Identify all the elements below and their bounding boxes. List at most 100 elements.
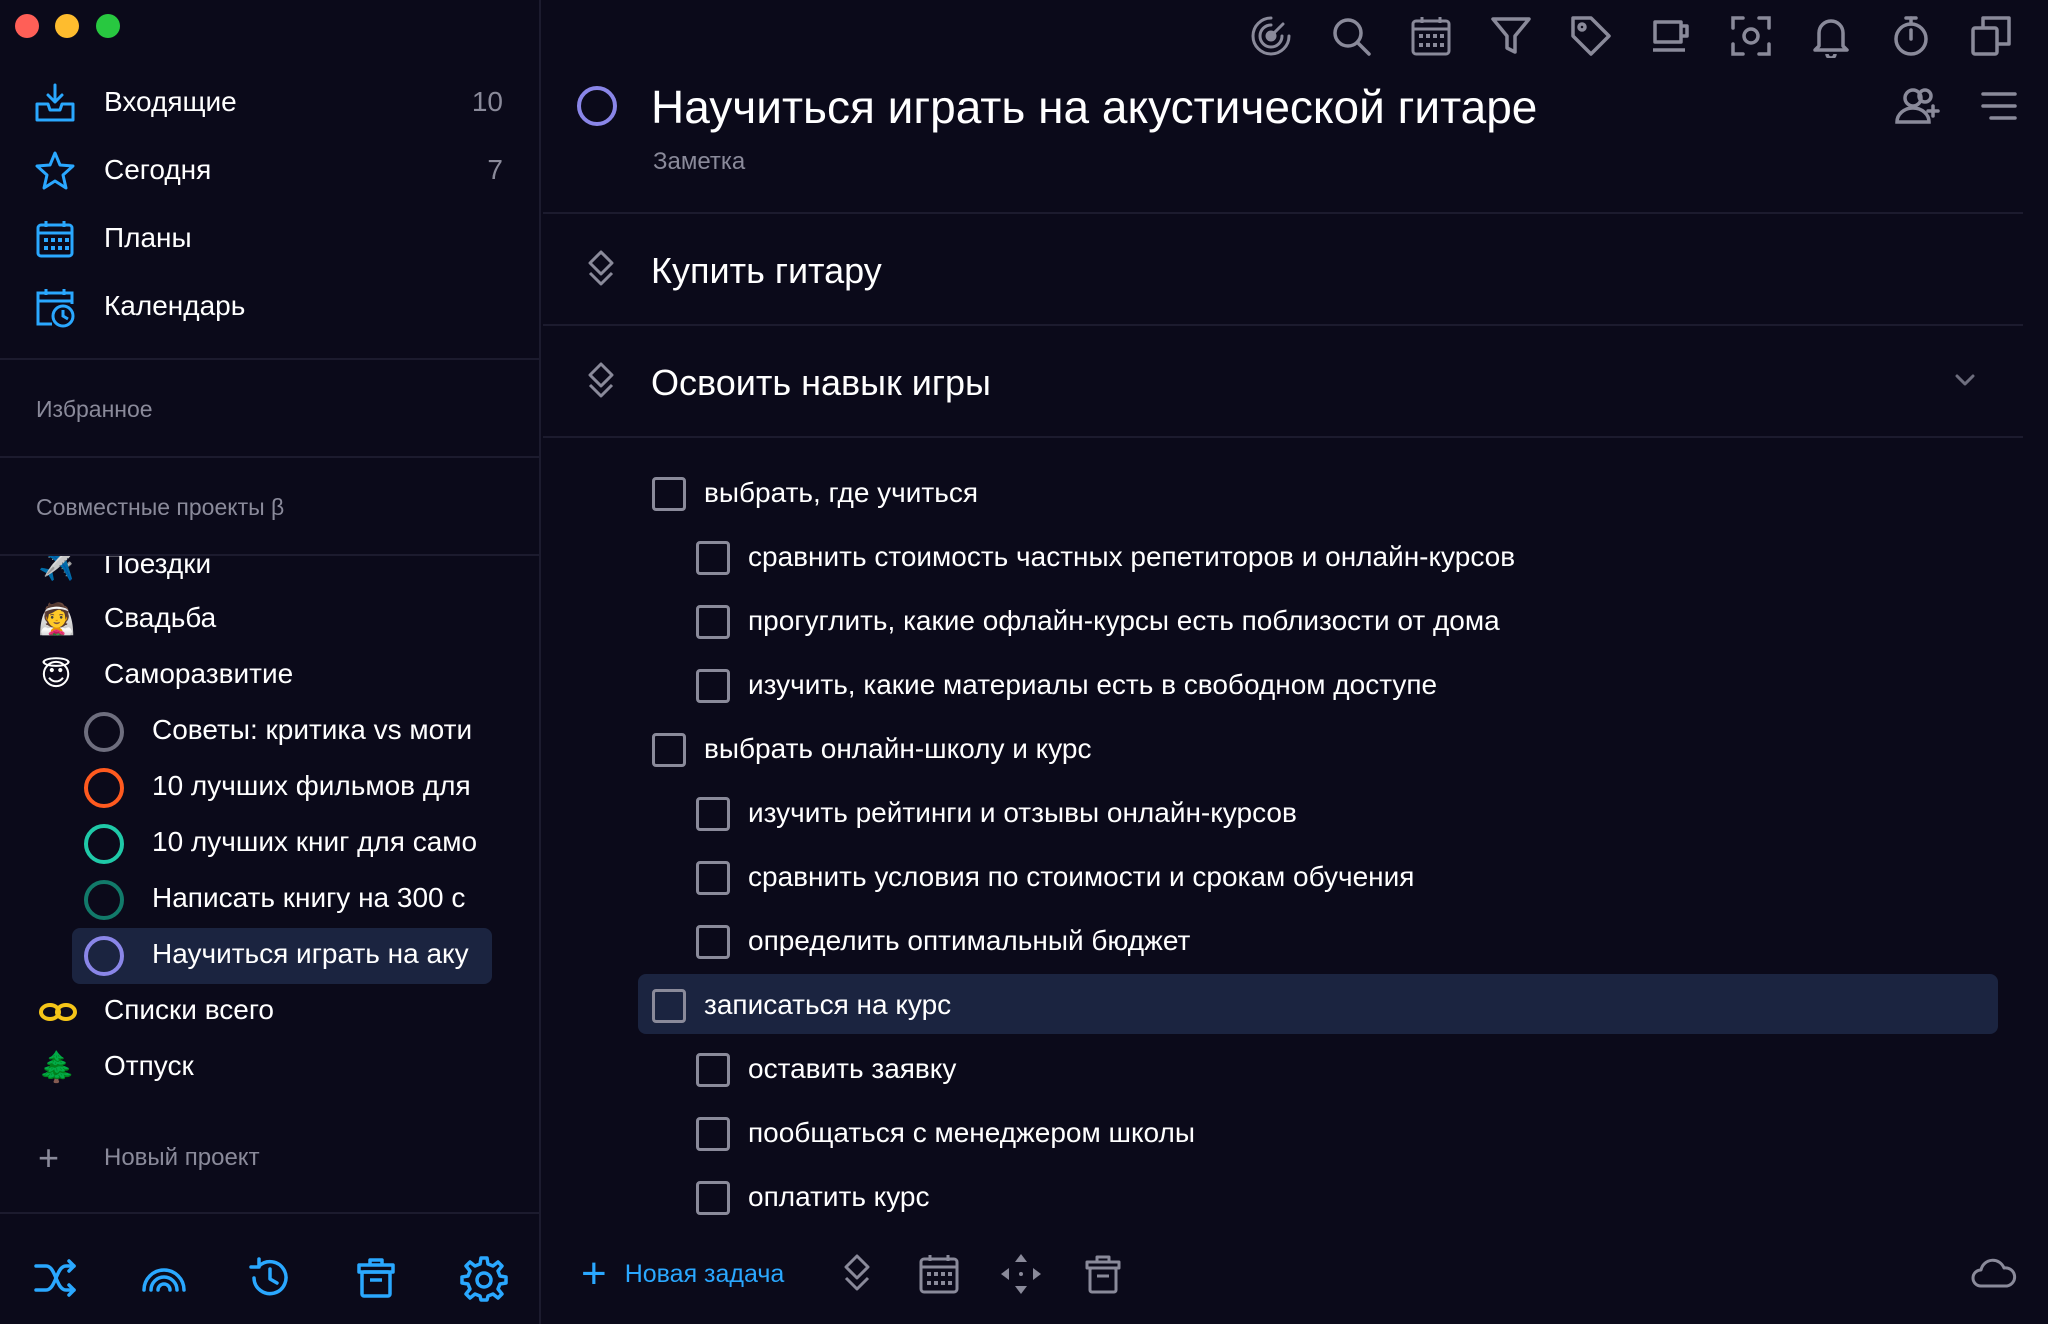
window-minimize-button[interactable] <box>55 14 79 38</box>
shuffle-icon[interactable] <box>32 1254 80 1302</box>
checklist-item[interactable]: изучить, какие материалы есть в свободно… <box>638 654 1998 714</box>
divider <box>543 436 2023 438</box>
checklist-item-selected[interactable]: записаться на курс <box>638 974 1998 1034</box>
checklist-item-label: выбрать, где учиться <box>704 477 978 508</box>
calendar-icon[interactable] <box>917 1252 961 1296</box>
add-user-icon[interactable] <box>1893 84 1940 128</box>
checklist-item-label: выбрать онлайн-школу и курс <box>704 733 1092 764</box>
trash-icon[interactable] <box>352 1254 400 1302</box>
heading-icon[interactable] <box>835 1252 879 1296</box>
trash-icon[interactable] <box>1081 1252 1125 1296</box>
window-close-button[interactable] <box>15 14 39 38</box>
checkbox[interactable] <box>696 541 730 575</box>
sidebar-item-calendar[interactable]: Календарь <box>0 272 539 340</box>
checklist-item-label: сравнить стоимость частных репетиторов и… <box>748 541 1516 572</box>
inbox-icon <box>34 82 76 124</box>
checklist-item-label: оставить заявку <box>748 1053 957 1084</box>
timer-icon[interactable] <box>1889 14 1933 58</box>
rainbow-icon[interactable] <box>140 1254 188 1302</box>
checkbox[interactable] <box>696 669 730 703</box>
project-item-self-development[interactable]: 😇 Саморазвитие <box>0 648 539 704</box>
checkbox[interactable] <box>652 733 686 767</box>
filter-icon[interactable] <box>1489 14 1533 58</box>
project-item-lists[interactable]: Списки всего <box>0 984 539 1040</box>
subproject-item[interactable]: Советы: критика vs моти <box>72 704 492 760</box>
new-task-label: Новая задача <box>624 1259 785 1288</box>
checklist-item[interactable]: пообщаться с менеджером школы <box>638 1102 1998 1162</box>
subproject-item[interactable]: 10 лучших книг для само <box>72 816 492 872</box>
star-icon <box>34 150 76 192</box>
task-complete-checkbox[interactable] <box>577 86 617 126</box>
project-item-vacation[interactable]: 🌲 Отпуск <box>0 1040 539 1096</box>
sidebar-item-inbox[interactable]: Входящие 10 <box>0 68 539 136</box>
subproject-item-selected[interactable]: Научиться играть на аку <box>72 928 492 984</box>
heading-label: Купить гитару <box>651 250 882 291</box>
checkbox[interactable] <box>696 1117 730 1151</box>
settings-icon[interactable] <box>460 1254 508 1302</box>
window-maximize-button[interactable] <box>96 14 120 38</box>
new-project-button[interactable]: + Новый проект <box>0 1130 539 1186</box>
favorites-section-title[interactable]: Избранное <box>36 396 153 423</box>
shared-projects-section-title[interactable]: Совместные проекты β <box>36 494 284 521</box>
infinity-icon <box>38 994 77 1030</box>
project-label: Отпуск <box>104 1050 194 1081</box>
heading-master-skill[interactable]: Освоить навык игры <box>543 326 2023 436</box>
menu-icon[interactable] <box>1977 84 2021 128</box>
checkbox[interactable] <box>696 797 730 831</box>
checklist-item[interactable]: оставить заявку <box>638 1038 1998 1098</box>
focus-icon[interactable] <box>1249 14 1293 58</box>
coffee-icon[interactable] <box>1649 14 1693 58</box>
move-icon[interactable] <box>999 1252 1043 1296</box>
chevron-down-icon[interactable] <box>1949 364 1981 396</box>
task-note-placeholder[interactable]: Заметка <box>653 148 745 176</box>
subproject-label: 10 лучших фильмов для <box>152 770 471 801</box>
heading-label: Освоить навык игры <box>651 362 991 403</box>
checklist-item[interactable]: сравнить стоимость частных репетиторов и… <box>638 526 1998 586</box>
sidebar-item-today[interactable]: Сегодня 7 <box>0 136 539 204</box>
checkbox[interactable] <box>696 861 730 895</box>
progress-ring-icon <box>84 768 124 808</box>
checklist-item[interactable]: сравнить условия по стоимости и срокам о… <box>638 846 1998 906</box>
subproject-item[interactable]: Написать книгу на 300 с <box>72 872 492 928</box>
main-panel: Научиться играть на акустической гитаре … <box>543 0 2048 1324</box>
search-icon[interactable] <box>1329 14 1373 58</box>
checkbox[interactable] <box>696 925 730 959</box>
checklist-item[interactable]: прогуглить, какие офлайн-курсы есть побл… <box>638 590 1998 650</box>
sidebar: Входящие 10 Сегодня 7 Планы Календарь Из… <box>0 0 541 1324</box>
progress-ring-icon <box>84 936 124 976</box>
sidebar-item-label: Входящие <box>104 86 237 117</box>
project-item-wedding[interactable]: 👰 Свадьба <box>0 592 539 648</box>
projects-list: ✈️ Поездки 👰 Свадьба 😇 Саморазвитие Сове… <box>0 556 539 1216</box>
checkbox[interactable] <box>652 989 686 1023</box>
checklist-item[interactable]: изучить рейтинги и отзывы онлайн-курсов <box>638 782 1998 842</box>
copy-icon[interactable] <box>1969 14 2013 58</box>
plus-icon: + <box>38 1137 60 1178</box>
bell-icon[interactable] <box>1809 14 1853 58</box>
screenshot-icon[interactable] <box>1729 14 1773 58</box>
project-label: Саморазвитие <box>104 658 294 689</box>
checklist-item-label: прогуглить, какие офлайн-курсы есть побл… <box>748 605 1500 636</box>
cloud-icon[interactable] <box>1969 1252 2017 1296</box>
checklist-item[interactable]: выбрать онлайн-школу и курс <box>638 718 1998 778</box>
checkbox[interactable] <box>652 477 686 511</box>
checklist-item-label: изучить рейтинги и отзывы онлайн-курсов <box>748 797 1297 828</box>
progress-ring-icon <box>84 880 124 920</box>
heading-buy-guitar[interactable]: Купить гитару <box>543 214 2023 324</box>
subproject-item[interactable]: 10 лучших фильмов для <box>72 760 492 816</box>
project-item-trips[interactable]: ✈️ Поездки <box>0 556 539 594</box>
new-task-button[interactable]: + Новая задача <box>581 1252 784 1296</box>
checklist-item[interactable]: оплатить курс <box>638 1166 1998 1226</box>
checklist-item[interactable]: определить оптимальный бюджет <box>638 910 1998 970</box>
checklist-item-label: сравнить условия по стоимости и срокам о… <box>748 861 1415 892</box>
task-title[interactable]: Научиться играть на акустической гитаре <box>651 80 1537 134</box>
checklist-item-label: записаться на курс <box>704 989 952 1020</box>
checkbox[interactable] <box>696 1053 730 1087</box>
checkbox[interactable] <box>696 605 730 639</box>
sidebar-bottom-bar <box>0 1212 539 1324</box>
sidebar-item-plans[interactable]: Планы <box>0 204 539 272</box>
tag-icon[interactable] <box>1569 14 1613 58</box>
checklist-item[interactable]: выбрать, где учиться <box>638 462 1998 522</box>
history-icon[interactable] <box>246 1254 294 1302</box>
checkbox[interactable] <box>696 1181 730 1215</box>
calendar-icon[interactable] <box>1409 14 1453 58</box>
